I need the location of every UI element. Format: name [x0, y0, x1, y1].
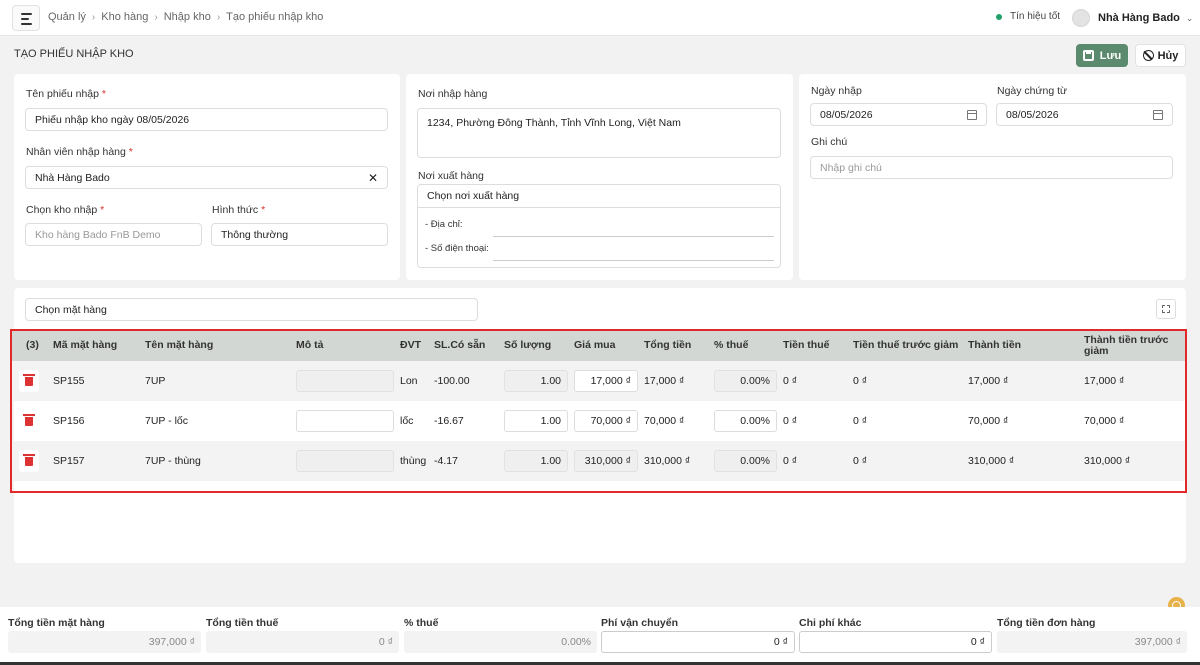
- receipt-name-label-text: Tên phiếu nhập: [26, 88, 99, 100]
- ban-icon: [1142, 50, 1154, 61]
- shipping-label: Phí vận chuyển: [601, 617, 679, 629]
- breadcrumb-item[interactable]: Nhập kho: [164, 11, 211, 23]
- breadcrumb-item[interactable]: Quản lý: [48, 11, 86, 23]
- status-dot-icon: [996, 13, 1002, 20]
- order-total-label: Tổng tiền đơn hàng: [997, 617, 1096, 629]
- connection-status-label: Tín hiệu tốt: [1010, 11, 1061, 22]
- order-total-value: 397,000 ₫: [997, 631, 1187, 653]
- import-date-input[interactable]: 08/05/2026: [810, 103, 987, 126]
- type-label-text: Hình thức: [212, 204, 259, 216]
- staff-label: Nhân viên nhập hàng *: [26, 146, 133, 158]
- staff-label-text: Nhân viên nhập hàng: [26, 146, 126, 158]
- chevron-right-icon: ›: [154, 11, 158, 23]
- phone-field[interactable]: [493, 260, 774, 261]
- menu-icon[interactable]: [12, 5, 40, 31]
- store-name: Nhà Hàng Bado: [1098, 12, 1180, 24]
- chevron-right-icon: ›: [91, 11, 96, 23]
- save-button-label: Lưu: [1099, 49, 1122, 62]
- tax-pct-label: % thuế: [404, 617, 439, 629]
- page-title: TẠO PHIẾU NHẬP KHO: [14, 48, 134, 60]
- other-cost-input[interactable]: 0 ₫: [799, 631, 992, 653]
- warehouse-select[interactable]: Kho hàng Bado FnB Demo: [25, 223, 202, 246]
- warehouse-label-text: Chọn kho nhập: [26, 204, 98, 216]
- address-label: - Địa chỉ:: [425, 219, 463, 230]
- shipping-input[interactable]: 0 ₫: [601, 631, 795, 653]
- import-place-textarea[interactable]: 1234, Phường Đông Thành, Tỉnh Vĩnh Long,…: [417, 108, 781, 158]
- totals-bar: Tổng tiền mặt hàng 397,000 ₫ Tổng tiền t…: [0, 607, 1200, 665]
- other-cost-label: Chi phí khác: [799, 617, 862, 629]
- breadcrumb-current: Tạo phiếu nhập kho: [226, 11, 324, 23]
- staff-select-value: Nhà Hàng Bado: [35, 171, 110, 184]
- note-input[interactable]: Nhập ghi chú: [810, 156, 1173, 179]
- chevron-down-icon: ⌄: [1185, 12, 1194, 23]
- calendar-icon[interactable]: [1153, 109, 1163, 120]
- clear-icon[interactable]: ✕: [368, 171, 378, 185]
- staff-select[interactable]: Nhà Hàng Bado ✕: [25, 166, 388, 189]
- items-total-value: 397,000 ₫: [8, 631, 201, 653]
- chevron-right-icon: ›: [216, 11, 221, 23]
- type-select[interactable]: Thông thường: [211, 223, 388, 246]
- store-selector[interactable]: Nhà Hàng Bado ⌄: [1072, 9, 1193, 27]
- highlight-box: [10, 329, 1187, 493]
- note-label: Ghi chú: [811, 136, 848, 148]
- tax-total-label: Tổng tiền thuế: [206, 617, 279, 629]
- cancel-button-label: Hủy: [1157, 49, 1179, 62]
- receipt-name-label: Tên phiếu nhập *: [26, 88, 106, 100]
- receipt-name-input[interactable]: Phiếu nhập kho ngày 08/05/2026: [25, 108, 388, 131]
- doc-date-input[interactable]: 08/05/2026: [996, 103, 1173, 126]
- phone-label: - Số điện thoại:: [425, 243, 489, 254]
- expand-icon[interactable]: [1156, 299, 1176, 319]
- calendar-icon[interactable]: [967, 109, 977, 120]
- export-place-select[interactable]: Chọn nơi xuất hàng: [418, 185, 780, 208]
- import-place-label: Nơi nhập hàng: [418, 88, 488, 100]
- address-field[interactable]: [493, 236, 774, 237]
- tax-pct-value: 0.00%: [404, 631, 597, 653]
- tax-total-value: 0 ₫: [206, 631, 399, 653]
- connection-status: Tín hiệu tốt: [996, 11, 1060, 22]
- doc-date-value: 08/05/2026: [1006, 108, 1059, 121]
- breadcrumb-item[interactable]: Kho hàng: [101, 11, 148, 23]
- import-date-label: Ngày nhập: [811, 85, 862, 97]
- save-button[interactable]: Lưu: [1076, 44, 1128, 67]
- save-icon: [1082, 50, 1094, 61]
- export-place-label: Nơi xuất hàng: [418, 170, 484, 182]
- avatar: [1072, 9, 1090, 27]
- items-total-label: Tổng tiền mặt hàng: [8, 617, 105, 629]
- import-date-value: 08/05/2026: [820, 108, 873, 121]
- doc-date-label: Ngày chứng từ: [997, 85, 1068, 97]
- item-search-select[interactable]: Chọn mặt hàng: [25, 298, 478, 321]
- type-label: Hình thức *: [212, 204, 266, 216]
- warehouse-label: Chọn kho nhập *: [26, 204, 105, 216]
- breadcrumb: Quản lý › Kho hàng › Nhập kho › Tạo phiếu n…: [48, 11, 323, 23]
- cancel-button[interactable]: Hủy: [1135, 44, 1186, 67]
